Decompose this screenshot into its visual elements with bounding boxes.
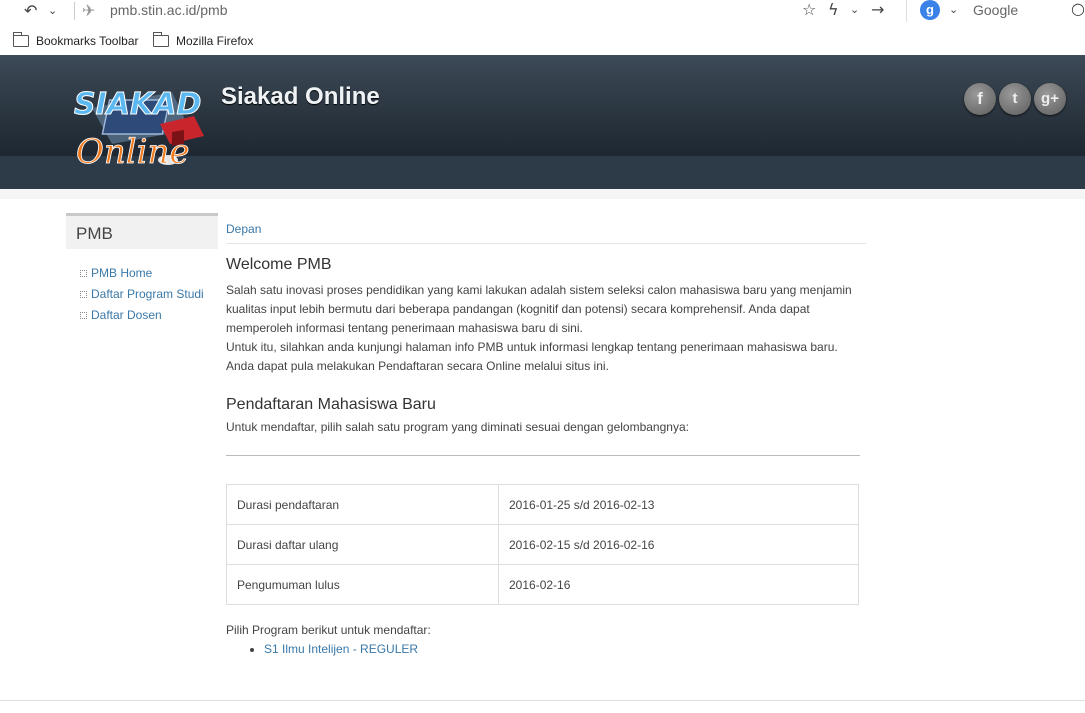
table-cell-value: 2016-01-25 s/d 2016-02-13	[498, 484, 859, 525]
sidebar-item-daftar-dosen[interactable]: Daftar Dosen	[66, 308, 218, 329]
search-engine-field[interactable]: Google	[973, 2, 1018, 18]
sidebar: PMB PMB Home Daftar Program Studi Daftar…	[66, 213, 218, 329]
sidebar-item-daftar-program-studi[interactable]: Daftar Program Studi	[66, 287, 218, 308]
welcome-paragraph-2: Untuk itu, silahkan anda kunjungi halama…	[226, 340, 838, 373]
chevron-down-icon[interactable]: ⌄	[949, 0, 958, 20]
table-row: Durasi daftar ulang 2016-02-15 s/d 2016-…	[226, 524, 859, 565]
search-icon[interactable]: ○	[1071, 0, 1085, 19]
folder-icon	[152, 32, 169, 47]
table-cell-value: 2016-02-15 s/d 2016-02-16	[498, 524, 859, 565]
folder-icon	[12, 32, 29, 47]
sidebar-title: PMB	[66, 213, 218, 249]
welcome-title: Welcome PMB	[226, 256, 332, 273]
table-row: Pengumuman lulus 2016-02-16	[226, 564, 859, 605]
site-title[interactable]: Siakad Online	[221, 83, 380, 111]
header-divider	[0, 189, 1085, 199]
chevron-down-icon[interactable]: ⌄	[48, 1, 57, 21]
site-identity-icon[interactable]: ✈	[82, 1, 95, 21]
breadcrumb[interactable]: Depan	[226, 214, 866, 244]
program-link-s1-ilmu-intelijen[interactable]: S1 Ilmu Intelijen - REGULER	[264, 642, 866, 656]
table-cell-label: Durasi daftar ulang	[226, 524, 499, 565]
divider	[226, 455, 860, 456]
choose-program-text: Pilih Program berikut untuk mendaftar:	[226, 623, 431, 637]
bookmark-star-icon[interactable]: ☆	[802, 0, 816, 20]
table-row: Durasi pendaftaran 2016-01-25 s/d 2016-0…	[226, 484, 859, 525]
welcome-text: Salah satu inovasi proses pendidikan yan…	[226, 281, 866, 376]
google-icon[interactable]: g	[920, 0, 940, 20]
schedule-table: Durasi pendaftaran 2016-01-25 s/d 2016-0…	[226, 484, 859, 605]
logo-text-online: Online	[76, 132, 190, 170]
chevron-down-icon[interactable]: ⌄	[850, 0, 859, 20]
sidebar-item-pmb-home[interactable]: PMB Home	[66, 266, 218, 287]
back-icon[interactable]: ↶	[24, 1, 37, 21]
twitter-icon[interactable]: t	[999, 83, 1031, 115]
bookmark-bookmarks-toolbar[interactable]: Bookmarks Toolbar	[36, 34, 139, 48]
search-separator	[906, 0, 907, 22]
url-separator	[74, 2, 75, 20]
google-plus-icon[interactable]: g+	[1034, 83, 1066, 115]
url-bar[interactable]: pmb.stin.ac.id/pmb	[110, 2, 228, 18]
bookmarks-toolbar: Bookmarks Toolbar Mozilla Firefox	[0, 30, 1085, 54]
table-cell-label: Pengumuman lulus	[226, 564, 499, 605]
bookmark-mozilla-firefox[interactable]: Mozilla Firefox	[176, 34, 253, 48]
lightning-icon[interactable]: ϟ	[828, 0, 839, 20]
welcome-paragraph-1: Salah satu inovasi proses pendidikan yan…	[226, 283, 852, 335]
table-cell-label: Durasi pendaftaran	[226, 484, 499, 525]
program-list: S1 Ilmu Intelijen - REGULER	[226, 642, 866, 656]
registration-title: Pendaftaran Mahasiswa Baru	[226, 396, 436, 413]
registration-intro: Untuk mendaftar, pilih salah satu progra…	[226, 420, 689, 434]
status-bar-border	[0, 700, 1085, 701]
go-arrow-icon[interactable]: →	[871, 0, 884, 20]
logo-text-siakad: SIAKAD	[74, 87, 201, 122]
main-content: Depan Welcome PMB Salah satu inovasi pro…	[226, 214, 866, 656]
table-cell-value: 2016-02-16	[498, 564, 859, 605]
facebook-icon[interactable]: f	[964, 83, 996, 115]
sidebar-menu: PMB Home Daftar Program Studi Daftar Dos…	[66, 266, 218, 329]
browser-toolbar: ↶ ⌄ ✈ pmb.stin.ac.id/pmb ☆ ϟ ⌄ → g ⌄ Goo…	[0, 0, 1085, 26]
siakad-online-logo[interactable]: SIAKAD Online	[72, 70, 210, 170]
